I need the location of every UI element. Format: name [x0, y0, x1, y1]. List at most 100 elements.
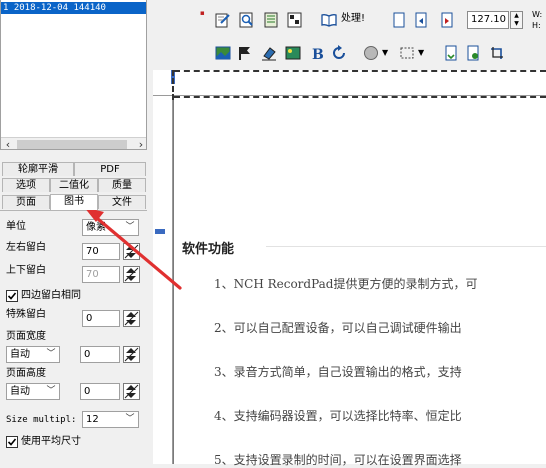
bold-icon[interactable]: B	[308, 44, 326, 62]
tab-quality[interactable]: 质量	[98, 178, 146, 192]
special-margin-label: 特殊留白	[6, 309, 46, 320]
top-bottom-margin-spinner[interactable]	[123, 266, 140, 283]
top-margin-guide	[174, 70, 546, 72]
feature-item: 3、录音方式简单，自己设置输出的格式，支持	[214, 365, 462, 379]
left-right-margin-input[interactable]: 70	[82, 243, 120, 260]
feature-item: 4、支持编码器设置，可以选择比特率、恒定比	[214, 409, 462, 423]
left-panel: 1 2018-12-04 144140 ‹ › 轮廓平滑 PDF 选项 二值化 …	[0, 0, 148, 464]
section-title: 软件功能	[182, 242, 235, 257]
tab-contour-smoothing[interactable]: 轮廓平滑	[2, 162, 74, 176]
spinner-arrows-icon	[124, 311, 139, 326]
width-readout: W:	[532, 10, 543, 19]
margin-marker-left-icon[interactable]	[155, 229, 165, 234]
process-label[interactable]: 处理!	[341, 12, 365, 26]
magnify-page-icon[interactable]	[238, 11, 256, 29]
use-average-size-checkbox[interactable]	[6, 436, 18, 448]
top-bottom-margin-label: 上下留白	[6, 265, 46, 276]
document-content: 软件功能 1、NCH RecordPad提供更方便的录制方式，可 2、可以自己配…	[174, 230, 546, 467]
selection-dropdown-icon[interactable]: ▼	[418, 48, 424, 57]
height-readout: H:	[532, 21, 541, 30]
chevron-down-icon: ﹀	[125, 222, 135, 232]
rotate-icon[interactable]	[330, 44, 348, 62]
edit-page-icon[interactable]	[214, 11, 232, 29]
circle-dropdown-icon[interactable]: ▼	[382, 48, 388, 57]
spinner-arrows-icon	[124, 244, 139, 259]
special-margin-input[interactable]: 0	[82, 310, 120, 327]
scroll-left-icon[interactable]: ‹	[1, 138, 15, 149]
scroll-right-icon[interactable]: ›	[134, 138, 146, 149]
tab-options[interactable]: 选项	[2, 178, 50, 192]
page-width-mode-select[interactable]: 自动 ﹀	[6, 346, 60, 363]
page-icon[interactable]	[390, 11, 408, 29]
book-icon[interactable]	[320, 11, 338, 29]
page-width-input[interactable]: 0	[80, 346, 120, 363]
same-margins-checkbox[interactable]	[6, 290, 18, 302]
left-ruler	[153, 96, 173, 464]
size-multiplier-label: Size multipl:	[6, 415, 77, 425]
horizontal-scrollbar[interactable]: ‹ ›	[1, 137, 146, 149]
tab-pdf[interactable]: PDF	[74, 162, 146, 176]
tab-binarization[interactable]: 二值化	[50, 178, 98, 192]
page-width-spinner[interactable]	[123, 346, 140, 363]
eraser-icon[interactable]	[260, 44, 278, 62]
checkmark-icon	[7, 438, 17, 446]
selection-rect-icon[interactable]	[398, 44, 416, 62]
chevron-down-icon: ﹀	[46, 386, 56, 396]
tab-file[interactable]: 文件	[98, 195, 146, 209]
book-settings-panel: 单位 像素 ﹀ 左右留白 70 上下留白 70 四边留白相同 特殊留白 0 页面…	[0, 210, 147, 464]
spinner-arrows-icon	[124, 347, 139, 362]
same-margins-label[interactable]: 四边留白相同	[21, 290, 81, 302]
page-height-mode-select[interactable]: 自动 ﹀	[6, 383, 60, 400]
page-import-icon[interactable]	[464, 44, 482, 62]
margin-guide-line	[174, 96, 546, 98]
zoom-spinner[interactable]: ▲ ▼	[510, 11, 523, 29]
scroll-thumb[interactable]	[17, 140, 127, 149]
size-multiplier-select[interactable]: 12 ﹀	[82, 411, 139, 428]
chevron-down-icon: ﹀	[46, 349, 56, 359]
file-list-row-selected[interactable]: 1 2018-12-04 144140	[1, 2, 146, 14]
chevron-down-icon: ﹀	[125, 414, 135, 424]
page-next-icon[interactable]	[438, 11, 456, 29]
image-icon[interactable]	[214, 44, 232, 62]
top-bottom-margin-input[interactable]: 70	[82, 266, 120, 283]
spinner-arrows-icon	[124, 267, 139, 282]
size-multiplier-value: 12	[86, 414, 99, 425]
left-right-margin-spinner[interactable]	[123, 243, 140, 260]
unit-label: 单位	[6, 221, 26, 232]
page-canvas[interactable]: 软件功能 1、NCH RecordPad提供更方便的录制方式，可 2、可以自己配…	[153, 70, 546, 467]
svg-text:B: B	[312, 47, 324, 61]
size-readout: W: H:	[532, 9, 542, 31]
page-top-area	[174, 96, 546, 232]
page-height-mode-value: 自动	[10, 386, 30, 397]
page-height-label: 页面高度	[6, 368, 46, 379]
feature-item: 5、支持设置录制的时间，可以在设置界面选择	[214, 453, 462, 467]
red-dot-icon: ▪	[200, 9, 205, 17]
page-prev-icon[interactable]	[412, 11, 430, 29]
picture-icon[interactable]	[284, 44, 302, 62]
file-list[interactable]: 1 2018-12-04 144140 ‹ ›	[0, 0, 147, 150]
tab-book[interactable]: 图书	[50, 194, 98, 210]
tab-page[interactable]: 页面	[2, 195, 50, 209]
tab-row-1: 轮廓平滑 PDF	[0, 162, 147, 176]
zoom-input[interactable]: 127.10	[467, 11, 509, 29]
binary-page-icon[interactable]	[286, 11, 304, 29]
page-height-input[interactable]: 0	[80, 383, 120, 400]
page-export-icon[interactable]	[442, 44, 460, 62]
page-list-icon[interactable]	[262, 11, 280, 29]
checkmark-icon	[7, 292, 17, 300]
left-margin-guide	[172, 70, 174, 100]
feature-item: 2、可以自己配置设备，可以自己调试硬件输出	[214, 321, 462, 335]
toolbar: ▪ 处理! 127.10 ▲ ▼ W: H: B ▼ ▼	[148, 0, 546, 70]
left-right-margin-label: 左右留白	[6, 242, 46, 253]
page-height-spinner[interactable]	[123, 383, 140, 400]
tab-row-2: 选项 二值化 质量	[0, 178, 147, 192]
circle-icon[interactable]	[362, 44, 380, 62]
unit-select[interactable]: 像素 ﹀	[82, 219, 139, 236]
special-margin-spinner[interactable]	[123, 310, 140, 327]
use-average-size-label[interactable]: 使用平均尺寸	[21, 436, 81, 448]
crop-icon[interactable]	[488, 44, 506, 62]
unit-select-value: 像素	[86, 222, 106, 233]
flag-icon[interactable]	[236, 44, 254, 62]
tab-row-3: 页面 图书 文件	[0, 194, 147, 210]
section-divider	[266, 246, 546, 247]
